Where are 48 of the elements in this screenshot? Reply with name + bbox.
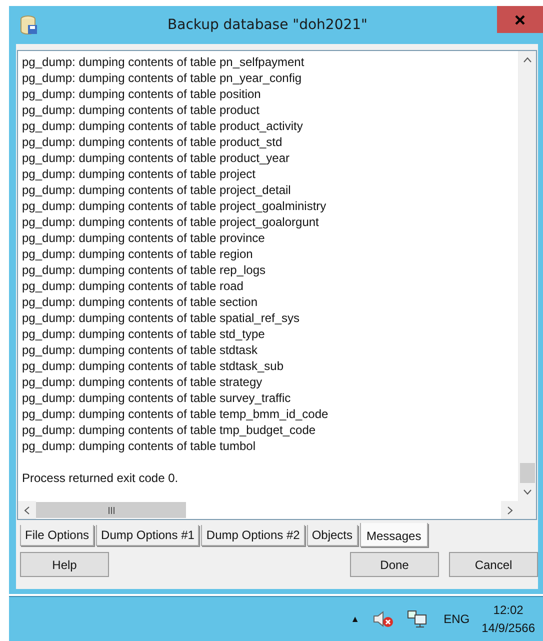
log-line: pg_dump: dumping contents of table survey_traffic (22, 390, 292, 406)
tab[interactable]: File Options (20, 525, 94, 546)
tab[interactable]: Messages (360, 523, 428, 547)
log-line: pg_dump: dumping contents of table project_goalorgunt (22, 214, 320, 230)
log-line: pg_dump: dumping contents of table strategy (22, 374, 264, 390)
tab[interactable]: Dump Options #2 (201, 525, 305, 546)
window-title: Backup database "doh2021" (166, 17, 368, 33)
log-line: pg_dump: dumping contents of table product_year (22, 150, 291, 166)
log-line: pg_dump: dumping contents of table rep_logs (22, 262, 266, 278)
log-line: pg_dump: dumping contents of table stdtask_sub (22, 358, 285, 374)
help-button[interactable]: Help (20, 552, 109, 577)
vertical-scrollbar[interactable] (518, 51, 536, 501)
grip-icon (108, 506, 114, 514)
network-icon[interactable] (406, 609, 428, 629)
tab[interactable]: Objects (306, 525, 358, 546)
log-line: pg_dump: dumping contents of table product_std (22, 134, 284, 150)
log-line: pg_dump: dumping contents of table position (22, 86, 262, 102)
tab[interactable]: Dump Options #1 (96, 525, 200, 546)
log-line: pg_dump: dumping contents of table project_detail (22, 182, 292, 198)
scroll-thumb[interactable] (520, 463, 535, 483)
result-line: Process returned exit code 0. (22, 470, 180, 486)
log-line: pg_dump: dumping contents of table tmp_budget_code (22, 422, 317, 438)
log-line: pg_dump: dumping contents of table temp_bmm_id_code (22, 406, 330, 422)
log-line: pg_dump: dumping contents of table project_goalministry (22, 198, 328, 214)
log-line: pg_dump: dumping contents of table spatial_ref_sys (22, 310, 301, 326)
close-button[interactable] (497, 6, 543, 33)
log-line: pg_dump: dumping contents of table product (22, 102, 260, 118)
log-line: pg_dump: dumping contents of table project (22, 166, 256, 182)
log-line: pg_dump: dumping contents of table pn_selfpayment (22, 54, 306, 70)
log-line: pg_dump: dumping contents of table std_type (22, 326, 266, 342)
close-icon (515, 14, 525, 24)
log-line: pg_dump: dumping contents of table section (22, 294, 258, 310)
log-line: pg_dump: dumping contents of table pn_year_config (22, 70, 303, 86)
log-line: pg_dump: dumping contents of table tumbol (22, 438, 256, 454)
cancel-button[interactable]: Cancel (449, 552, 538, 577)
log-line: pg_dump: dumping contents of table stdtask (22, 342, 258, 358)
log-line: pg_dump: dumping contents of table product_activity (22, 118, 304, 134)
log-line: pg_dump: dumping contents of table road (22, 278, 244, 294)
scroll-thumb[interactable] (36, 502, 186, 518)
log-line: pg_dump: dumping contents of table region (22, 246, 254, 262)
muted-speaker-icon[interactable] (372, 610, 394, 628)
done-button[interactable]: Done (350, 552, 439, 577)
clock-time[interactable]: 12:02 (493, 601, 524, 619)
show-hidden-icons-button[interactable]: ▲ (350, 614, 360, 624)
log-line: pg_dump: dumping contents of table province (22, 230, 266, 246)
database-icon (20, 15, 38, 35)
language-indicator[interactable]: ENG (444, 612, 470, 626)
clock-date[interactable]: 14/9/2566 (482, 619, 535, 637)
